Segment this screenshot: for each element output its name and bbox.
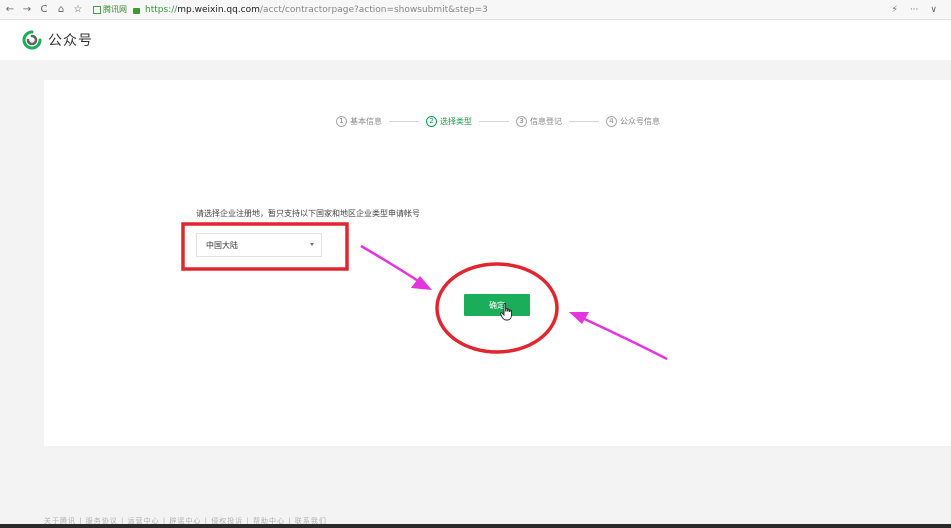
step-4: 4 公众号信息 <box>606 116 660 127</box>
step-label: 基本信息 <box>350 117 382 126</box>
flash-icon[interactable]: ⚡ <box>891 5 897 15</box>
url-scheme: https:// <box>145 4 178 15</box>
url-text[interactable]: https://mp.weixin.qq.com/acct/contractor… <box>145 5 488 15</box>
more-icon[interactable]: ··· <box>910 5 919 15</box>
step-label: 公众号信息 <box>620 117 660 126</box>
step-label: 选择类型 <box>440 117 472 126</box>
wechat-mp-logo-icon[interactable] <box>22 30 42 50</box>
step-number: 3 <box>516 116 527 127</box>
step-divider <box>569 121 599 122</box>
logo-text: 公众号 <box>48 33 93 49</box>
browser-toolbar: ← → C ⌂ ☆ 腾讯网 https://mp.weixin.qq.com/a… <box>0 0 951 20</box>
hand-cursor-icon <box>500 303 512 321</box>
registration-card: 1 基本信息 2 选择类型 3 信息登记 4 公众号信息 请选择企业注册地，暂只… <box>44 80 951 446</box>
step-number: 1 <box>336 116 347 127</box>
region-select[interactable]: 中国大陆 <box>196 233 322 257</box>
step-2: 2 选择类型 <box>426 116 472 127</box>
site-badge: 腾讯网 <box>93 4 127 15</box>
chevron-down-icon <box>310 243 314 246</box>
star-icon[interactable]: ☆ <box>71 4 85 15</box>
site-badge-label: 腾讯网 <box>103 5 127 14</box>
step-number: 2 <box>426 116 437 127</box>
site-badge-icon <box>93 5 101 14</box>
url-path: /acct/contractorpage?action=showsubmit&s… <box>259 4 488 15</box>
url-domain: mp.weixin.qq.com <box>177 4 260 15</box>
browser-actions: ⚡ ··· ∨ <box>891 5 937 15</box>
step-label: 信息登记 <box>530 117 562 126</box>
step-divider <box>389 121 419 122</box>
step-number: 4 <box>606 116 617 127</box>
confirm-button[interactable]: 确定 <box>464 294 530 316</box>
forward-icon[interactable]: → <box>20 4 34 15</box>
reload-icon[interactable]: C <box>37 4 51 15</box>
address-bar[interactable]: 腾讯网 https://mp.weixin.qq.com/acct/contra… <box>93 4 488 15</box>
home-icon[interactable]: ⌂ <box>54 4 68 15</box>
step-progress: 1 基本信息 2 选择类型 3 信息登记 4 公众号信息 <box>336 116 660 127</box>
lock-icon <box>133 7 140 14</box>
region-prompt: 请选择企业注册地，暂只支持以下国家和地区企业类型申请帐号 <box>196 209 420 218</box>
dropdown-icon[interactable]: ∨ <box>930 5 937 15</box>
back-icon[interactable]: ← <box>3 4 17 15</box>
step-1: 1 基本信息 <box>336 116 382 127</box>
app-header: 公众号 <box>0 20 951 60</box>
step-divider <box>479 121 509 122</box>
step-3: 3 信息登记 <box>516 116 562 127</box>
taskbar-strip <box>0 524 951 528</box>
region-select-value: 中国大陆 <box>206 240 238 250</box>
